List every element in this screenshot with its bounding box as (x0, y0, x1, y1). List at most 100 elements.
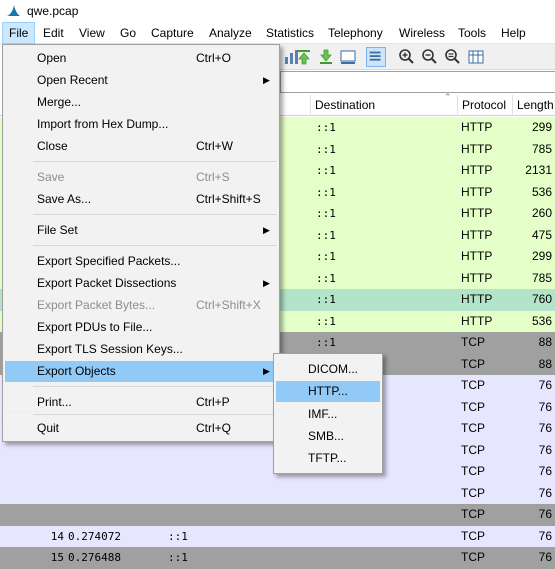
chevron-right-icon: ▶ (263, 75, 270, 85)
go-to-last-packet-icon[interactable] (316, 47, 336, 67)
menu-item-shortcut: Ctrl+W (196, 139, 233, 153)
menu-go[interactable]: Go (114, 22, 142, 44)
menu-item-label: IMF... (308, 407, 338, 421)
menu-wireless[interactable]: Wireless (393, 22, 451, 44)
file-menu-open-recent[interactable]: Open Recent ▶ (5, 70, 277, 91)
packet-protocol: HTTP (461, 292, 493, 306)
file-menu-open[interactable]: Open Ctrl+O (5, 48, 277, 69)
packet-length: 2131 (525, 163, 552, 177)
menu-edit[interactable]: Edit (37, 22, 70, 44)
packet-row[interactable]: 15 0.276488::1 TCP 76 (0, 547, 555, 569)
packet-length: 76 (538, 442, 552, 457)
menu-file[interactable]: File (2, 22, 36, 44)
export-objects-imf[interactable]: IMF... (276, 404, 380, 425)
zoom-out-icon[interactable] (420, 47, 440, 67)
packet-length: 785 (531, 141, 552, 156)
packet-protocol: HTTP (461, 206, 493, 220)
file-menu-export-objects[interactable]: Export Objects ▶ (5, 361, 277, 382)
menu-item-label: Export Packet Dissections (37, 276, 177, 290)
packet-time: 0.276488 (68, 551, 121, 564)
menu-tools[interactable]: Tools (452, 22, 492, 44)
file-menu-quit[interactable]: Quit Ctrl+Q (5, 418, 277, 439)
packet-row[interactable]: TCP 76 (0, 482, 555, 504)
file-menu-export-packet-bytes[interactable]: Export Packet Bytes... Ctrl+Shift+X (5, 295, 277, 316)
packet-source: ::1 (168, 551, 188, 564)
packet-protocol: TCP (461, 442, 485, 457)
packet-length: 76 (538, 507, 552, 521)
packet-protocol: TCP (461, 464, 485, 478)
packet-length: 299 (531, 120, 552, 134)
packet-protocol: HTTP (461, 141, 493, 156)
packet-number: 14 (50, 529, 64, 543)
display-filter-input[interactable] (280, 71, 555, 93)
menu-help[interactable]: Help (495, 22, 532, 44)
column-protocol[interactable]: Protocol (457, 95, 512, 116)
file-menu-save[interactable]: Save Ctrl+S (5, 167, 277, 188)
zoom-normal-icon[interactable] (443, 47, 463, 67)
zoom-in-icon[interactable] (397, 47, 417, 67)
export-objects-tftp[interactable]: TFTP... (276, 448, 380, 469)
colorize-icon[interactable] (366, 47, 386, 67)
packet-protocol: TCP (461, 356, 485, 371)
file-menu-export-pdus[interactable]: Export PDUs to File... (5, 317, 277, 338)
file-menu-save-as[interactable]: Save As... Ctrl+Shift+S (5, 189, 277, 210)
menu-item-label: Import from Hex Dump... (37, 117, 169, 131)
packet-protocol: TCP (461, 507, 485, 521)
menu-separator (33, 161, 277, 162)
file-menu-print[interactable]: Print... Ctrl+P (5, 392, 277, 413)
file-menu-import-hex-dump[interactable]: Import from Hex Dump... (5, 114, 277, 135)
menu-telephony[interactable]: Telephony (322, 22, 389, 44)
menu-item-label: Save As... (37, 192, 92, 206)
packet-destination: ::1 (316, 250, 336, 263)
menu-item-label: Export Packet Bytes... (37, 298, 156, 312)
packet-destination: ::1 (316, 314, 336, 328)
resize-columns-icon[interactable] (466, 47, 486, 67)
file-menu-merge[interactable]: Merge... (5, 92, 277, 113)
export-objects-dicom[interactable]: DICOM... (276, 359, 380, 380)
auto-scroll-icon[interactable] (338, 47, 358, 67)
menu-capture[interactable]: Capture (145, 22, 200, 44)
menu-item-label: Save (37, 170, 65, 184)
menu-separator (33, 245, 277, 246)
file-menu-export-packet-dissections[interactable]: Export Packet Dissections ▶ (5, 273, 277, 294)
menu-analyze[interactable]: Analyze (203, 22, 258, 44)
menu-item-shortcut: Ctrl+P (196, 395, 230, 409)
packet-protocol: HTTP (461, 184, 493, 199)
packet-length: 760 (531, 292, 552, 306)
packet-protocol: TCP (461, 528, 485, 543)
packet-protocol: HTTP (461, 227, 493, 242)
file-menu-export-specified-packets[interactable]: Export Specified Packets... (5, 251, 277, 272)
packet-protocol: HTTP (461, 120, 493, 134)
file-menu-close[interactable]: Close Ctrl+W (5, 136, 277, 157)
export-objects-http[interactable]: HTTP... (276, 381, 380, 402)
column-length[interactable]: Length (512, 95, 555, 116)
menu-item-label: Export Objects (37, 364, 116, 378)
menu-bar: File Edit View Go Capture Analyze Statis… (0, 22, 555, 44)
main-toolbar (280, 44, 555, 70)
wireshark-fin-icon (7, 5, 20, 16)
file-menu-file-set[interactable]: File Set ▶ (5, 220, 277, 241)
packet-number: 15 (50, 551, 64, 564)
file-menu-tail: Quit Ctrl+Q (2, 412, 280, 442)
packet-row[interactable]: TCP 76 (0, 504, 555, 526)
go-to-first-packet-icon[interactable] (294, 47, 314, 67)
packet-row[interactable]: 14 0.274072::1 TCP 76 (0, 525, 555, 547)
export-objects-smb[interactable]: SMB... (276, 426, 380, 447)
file-menu-export-tls-keys[interactable]: Export TLS Session Keys... (5, 339, 277, 360)
menu-view[interactable]: View (73, 22, 111, 44)
packet-protocol: HTTP (461, 163, 493, 177)
menu-statistics[interactable]: Statistics (260, 22, 320, 44)
packet-destination: ::1 (316, 293, 336, 306)
packet-destination: ::1 (316, 142, 336, 156)
packet-length: 76 (538, 464, 552, 478)
sort-ascending-icon: ⌃ (444, 92, 452, 102)
chevron-right-icon: ▶ (263, 278, 270, 288)
menu-item-label: DICOM... (308, 362, 358, 376)
export-objects-submenu: DICOM... HTTP... IMF... SMB... TFTP... (273, 353, 383, 474)
menu-item-label: Open (37, 51, 67, 65)
packet-length: 299 (531, 249, 552, 263)
packet-length: 76 (538, 421, 552, 435)
menu-separator (33, 386, 277, 387)
column-destination[interactable]: Destination (310, 95, 457, 116)
packet-length: 76 (538, 485, 552, 500)
